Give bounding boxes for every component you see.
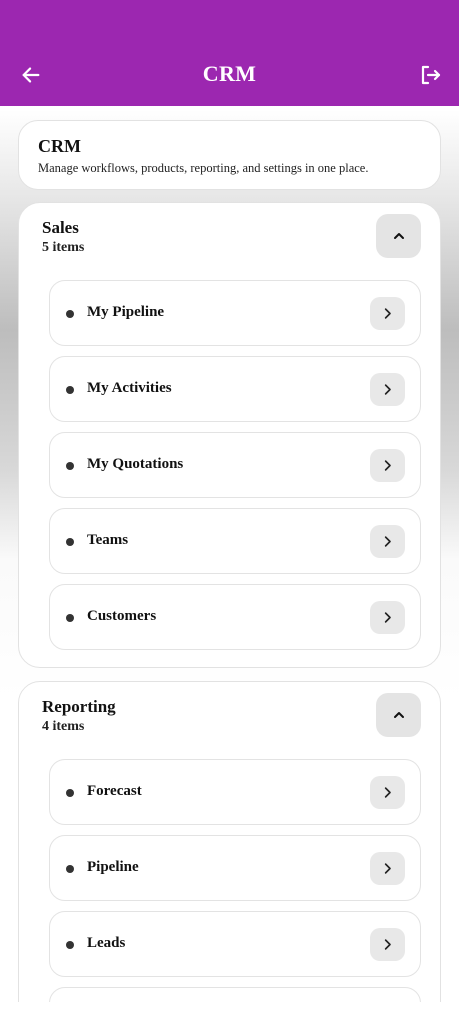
list-item-leads[interactable]: Leads [49,911,421,977]
intro-title: CRM [38,136,81,156]
intro-description: Manage workflows, products, reporting, a… [38,161,369,175]
content-scroll[interactable]: CRM Manage workflows, products, reportin… [0,106,459,1002]
section-count: 5 items [42,240,85,255]
list-item-pipeline[interactable]: Pipeline [49,835,421,901]
section-title: Reporting [42,697,116,716]
bullet-icon [66,386,74,394]
app-bar: CRM [0,0,459,106]
logout-icon [421,65,441,85]
list-item-customers[interactable]: Customers [49,584,421,650]
open-button[interactable] [370,373,405,406]
bullet-icon [66,789,74,797]
open-button[interactable] [370,449,405,482]
collapse-button[interactable] [376,214,421,258]
list-item-my-pipeline[interactable]: My Pipeline [49,280,421,346]
section-reporting: Reporting 4 items Forecast Pipeline Lead… [18,681,441,1002]
chevron-right-icon [384,460,391,471]
section-count: 4 items [42,719,85,734]
list-item-label: Forecast [87,783,142,799]
bullet-icon [66,462,74,470]
list-item-partial[interactable] [49,987,421,1002]
section-title: Sales [42,218,79,237]
list-item-label: Leads [87,935,126,951]
list-item-label: Pipeline [87,859,139,875]
list-item-teams[interactable]: Teams [49,508,421,574]
open-button[interactable] [370,525,405,558]
list-item-label: My Quotations [87,456,184,472]
bullet-icon [66,941,74,949]
chevron-right-icon [384,863,391,874]
list-item-my-activities[interactable]: My Activities [49,356,421,422]
section-sales: Sales 5 items My Pipeline My Activities … [18,202,441,668]
chevron-up-icon [393,233,404,239]
open-button[interactable] [370,852,405,885]
collapse-button[interactable] [376,693,421,737]
page-title: CRM [202,61,257,86]
open-button[interactable] [370,297,405,330]
logout-button[interactable] [415,60,445,90]
bullet-icon [66,538,74,546]
list-item-my-quotations[interactable]: My Quotations [49,432,421,498]
open-button[interactable] [370,601,405,634]
list-item-label: My Activities [87,380,172,396]
list-item-label: Teams [87,532,129,548]
chevron-right-icon [384,536,391,547]
bullet-icon [66,614,74,622]
chevron-up-icon [393,712,404,718]
chevron-right-icon [384,612,391,623]
list-item-label: My Pipeline [87,304,165,320]
bullet-icon [66,865,74,873]
open-button[interactable] [370,928,405,961]
intro-card: CRM Manage workflows, products, reportin… [18,120,441,190]
list-item-forecast[interactable]: Forecast [49,759,421,825]
list-item-label: Customers [87,608,157,624]
chevron-right-icon [384,939,391,950]
chevron-right-icon [384,384,391,395]
chevron-right-icon [384,308,391,319]
chevron-right-icon [384,787,391,798]
bullet-icon [66,310,74,318]
open-button[interactable] [370,776,405,809]
